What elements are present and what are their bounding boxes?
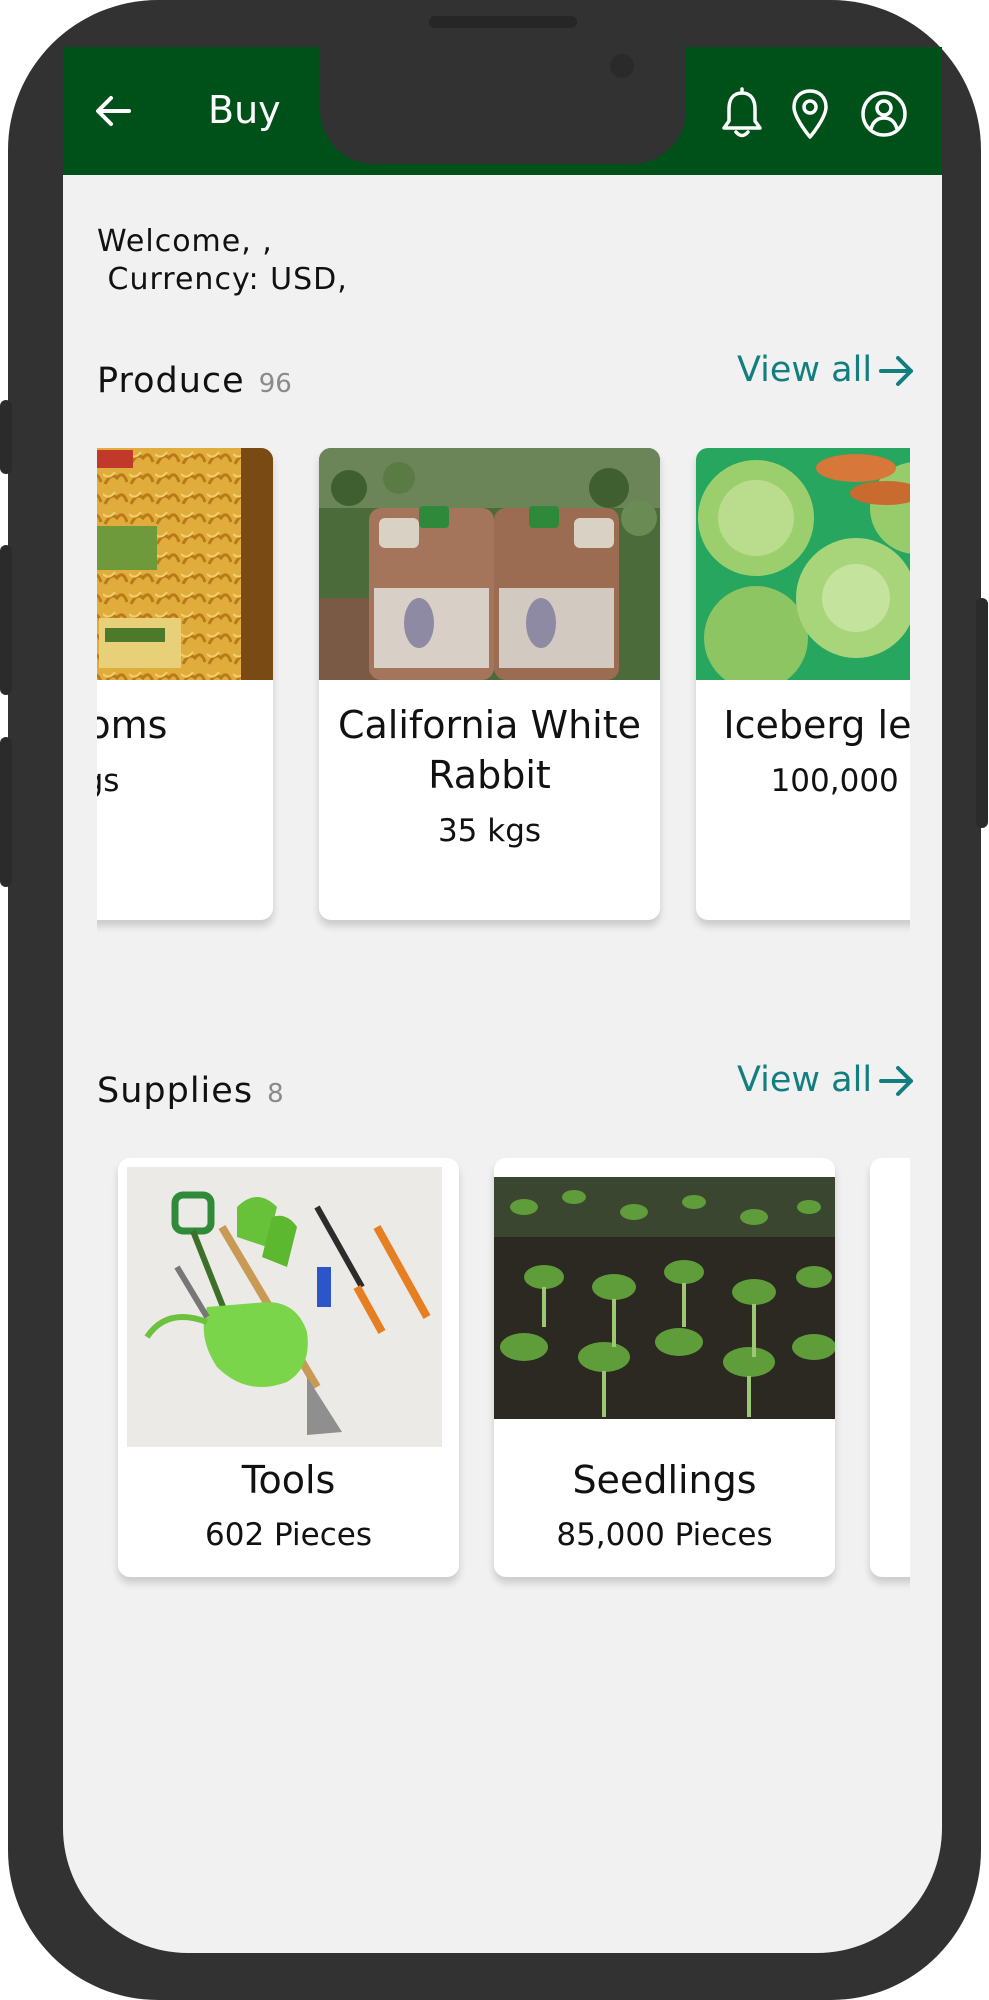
- location-pin-icon[interactable]: [786, 87, 834, 141]
- mushrooms-image: [97, 448, 273, 680]
- lettuce-image: [696, 448, 910, 680]
- product-name: California White: [337, 703, 642, 747]
- rabbit-product-image: [319, 448, 660, 680]
- produce-card-iceberg-lettuce[interactable]: Iceberg lettuce 100,000 kgs: [696, 448, 910, 920]
- bell-icon[interactable]: [718, 87, 766, 141]
- view-all-label: View all: [737, 350, 873, 390]
- currency-line: Currency: USD,: [97, 262, 348, 297]
- supply-card-tools[interactable]: Tools 602 Pieces: [118, 1158, 459, 1577]
- product-name: Iceberg lettuce: [723, 703, 910, 747]
- supply-name: Tools: [241, 1458, 336, 1502]
- welcome-line: Welcome, ,: [97, 224, 273, 259]
- side-button: [0, 545, 12, 695]
- account-icon[interactable]: [860, 87, 908, 141]
- produce-carousel[interactable]: Mushrooms 100 kgs: [97, 448, 910, 981]
- supply-name: Seedlings: [572, 1458, 757, 1502]
- welcome-text: Welcome, , Currency: USD,: [97, 223, 348, 299]
- front-camera: [610, 54, 634, 78]
- supply-quantity: 85,000 Pieces: [556, 1517, 773, 1553]
- product-name: Mushrooms: [97, 703, 168, 747]
- page-title: Buy: [208, 88, 281, 132]
- supplies-count: 8: [267, 1079, 284, 1109]
- arrow-right-icon: [879, 1066, 914, 1096]
- produce-card-california-white-rabbit[interactable]: California White Rabbit 35 kgs: [319, 448, 660, 920]
- supply-quantity: 602 Pieces: [205, 1517, 372, 1553]
- view-all-label: View all: [737, 1060, 873, 1100]
- speaker-grille: [429, 16, 577, 28]
- supply-card-partial[interactable]: [870, 1158, 910, 1577]
- product-quantity: 100,000 kgs: [770, 763, 910, 799]
- phone-frame: Buy Welcome, , Currency: USD, Produce 96…: [0, 0, 988, 2000]
- product-name-continued: Rabbit: [428, 753, 551, 797]
- supplies-section-title: Supplies 8: [97, 1071, 284, 1111]
- produce-count: 96: [258, 369, 292, 399]
- arrow-right-icon: [879, 356, 914, 386]
- camera-notch: [320, 47, 686, 164]
- app-screen: Buy Welcome, , Currency: USD, Produce 96…: [63, 47, 942, 1953]
- side-button: [976, 598, 988, 828]
- section-label: Produce: [97, 361, 245, 401]
- seedlings-image: [494, 1177, 835, 1419]
- supply-card-seedlings[interactable]: Seedlings 85,000 Pieces: [494, 1158, 835, 1577]
- produce-view-all-link[interactable]: View all: [737, 350, 916, 390]
- section-label: Supplies: [97, 1071, 254, 1111]
- side-button: [0, 737, 12, 887]
- product-quantity: 35 kgs: [437, 813, 542, 849]
- supplies-view-all-link[interactable]: View all: [737, 1060, 916, 1100]
- side-button: [0, 400, 12, 474]
- produce-section-title: Produce 96: [97, 361, 292, 401]
- back-arrow-icon[interactable]: [93, 91, 133, 131]
- product-quantity: 100 kgs: [97, 763, 120, 799]
- produce-card-mushrooms[interactable]: Mushrooms 100 kgs: [97, 448, 273, 920]
- supplies-carousel[interactable]: Tools 602 Pieces Seedlings 85,000 Pieces: [97, 1158, 910, 1638]
- tools-image: [127, 1167, 442, 1447]
